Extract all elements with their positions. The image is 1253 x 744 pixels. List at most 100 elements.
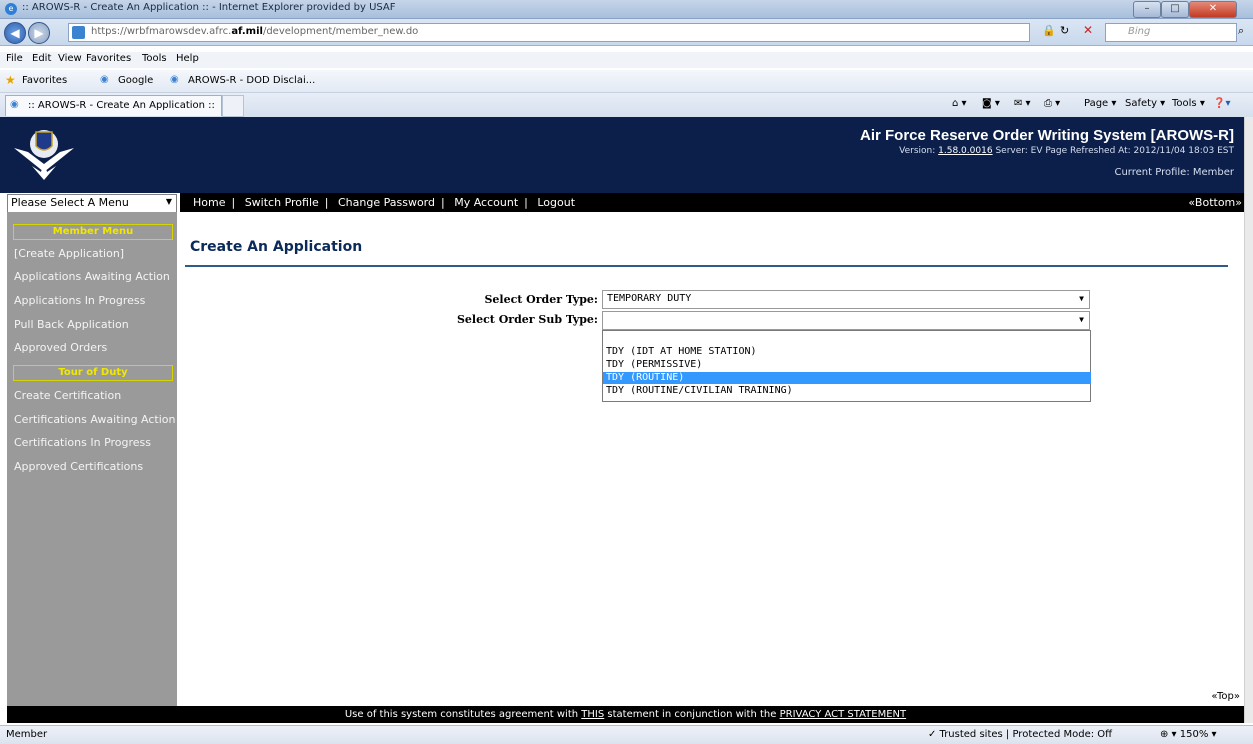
chevron-down-icon: ▼ [1079,315,1084,324]
bottom-link[interactable]: «Bottom» [1188,196,1242,209]
chevron-down-icon: ▼ [1079,294,1084,303]
home-icon[interactable]: ⌂ ▾ [952,98,967,109]
sidebar-item-create-certification[interactable]: Create Certification [14,389,121,402]
nav-home[interactable]: Home [193,196,225,209]
sidebar-item-approved-orders[interactable]: Approved Orders [14,341,107,354]
url-input[interactable]: https://wrbfmarowsdev.afrc.af.mil/develo… [68,23,1030,42]
order-type-select[interactable]: TEMPORARY DUTY ▼ [602,290,1090,309]
feeds-icon[interactable]: ◙ ▾ [982,98,1000,109]
privacy-act-link[interactable]: PRIVACY ACT STATEMENT [780,709,907,720]
tab-title: :: AROWS-R - Create An Application :: [28,100,215,111]
menu-tools[interactable]: Tools [142,53,167,64]
help-icon[interactable]: ❓▾ [1213,98,1230,109]
stop-icon[interactable]: ✕ [1083,23,1093,37]
site-info: Version: 1.58.0.0016 Server: EV Page Ref… [899,146,1234,156]
afrc-logo [14,130,74,180]
window-title: :: AROWS-R - Create An Application :: - … [22,2,396,13]
ie-page-icon: ◉ [170,74,179,85]
close-button[interactable]: ✕ [1189,1,1237,18]
menu-select-value: Please Select A Menu [11,196,129,209]
nav-my-account[interactable]: My Account [454,196,518,209]
favorites-bar: ★ Favorites ◉ Google ◉ AROWS-R - DOD Dis… [0,70,1253,93]
zone-status[interactable]: ✓ Trusted sites | Protected Mode: Off [928,729,1112,740]
title-divider [185,265,1228,267]
site-banner: Air Force Reserve Order Writing System [… [0,117,1244,193]
page-title: Create An Application [190,239,363,255]
nav-change-password[interactable]: Change Password [338,196,435,209]
nav-logout[interactable]: Logout [537,196,575,209]
search-input[interactable]: Bing [1105,23,1237,42]
menu-file[interactable]: File [6,53,23,64]
minimize-button[interactable]: – [1133,1,1161,18]
fav-link-google[interactable]: Google [118,75,153,86]
zoom-control[interactable]: ⊕ ▾ 150% ▾ [1160,729,1217,740]
server-info: Server: EV Page Refreshed At: 2012/11/04… [995,146,1234,156]
lock-icon[interactable]: 🔒 [1042,24,1056,37]
footer: Use of this system constitutes agreement… [7,706,1244,723]
sidebar-item-certifications-awaiting[interactable]: Certifications Awaiting Action [14,413,176,426]
sidebar-item-approved-certifications[interactable]: Approved Certifications [14,460,143,473]
search-placeholder: Bing [1128,26,1151,37]
sidebar-item-create-application[interactable]: [Create Application] [14,247,124,260]
top-link[interactable]: «Top» [1211,691,1240,702]
fav-link-arows[interactable]: AROWS-R - DOD Disclai... [188,75,315,86]
page-scrollbar[interactable] [1244,117,1253,723]
print-icon[interactable]: ⎙ ▾ [1044,98,1060,109]
subtype-option-blank[interactable] [603,333,1091,345]
subtype-option-routine[interactable]: TDY (ROUTINE) [603,372,1091,384]
tools-menu[interactable]: Tools ▾ [1172,98,1205,109]
this-link[interactable]: THIS [581,709,604,720]
menu-help[interactable]: Help [176,53,199,64]
footer-text-mid: statement in conjunction with the [604,709,780,720]
subtype-option-idt[interactable]: TDY (IDT AT HOME STATION) [603,346,1091,358]
back-icon[interactable]: ◀ [4,22,26,44]
sidebar-item-applications-awaiting[interactable]: Applications Awaiting Action [14,270,170,283]
tour-of-duty-heading: Tour of Duty [13,365,173,381]
url-text: https://wrbfmarowsdev.afrc.af.mil/develo… [91,26,419,37]
footer-text: Use of this system constitutes agreement… [344,709,582,720]
page-icon [72,26,85,39]
order-type-value: TEMPORARY DUTY [607,293,692,304]
menu-bar: File Edit View Favorites Tools Help [0,52,1253,68]
order-subtype-dropdown: TDY (IDT AT HOME STATION) TDY (PERMISSIV… [602,330,1091,402]
mail-icon[interactable]: ✉ ▾ [1014,98,1031,109]
status-text: Member [6,729,48,740]
window-titlebar[interactable]: e :: AROWS-R - Create An Application :: … [0,0,1253,19]
member-menu-heading: Member Menu [13,224,173,240]
tab-bar: ◉ :: AROWS-R - Create An Application :: … [0,93,1253,118]
current-profile: Current Profile: Member [1114,167,1234,178]
menu-favorites[interactable]: Favorites [86,53,131,64]
order-subtype-select[interactable]: ▼ [602,311,1090,330]
favorites-button[interactable]: Favorites [22,75,67,86]
sidebar-item-pull-back[interactable]: Pull Back Application [14,318,129,331]
search-icon[interactable]: ⌕ [1238,24,1244,38]
status-bar: Member ✓ Trusted sites | Protected Mode:… [0,725,1253,744]
menu-select[interactable]: Please Select A Menu ▼ [7,194,177,213]
subtype-option-civilian-training[interactable]: TDY (ROUTINE/CIVILIAN TRAINING) [603,385,1091,397]
order-type-label: Select Order Type: [484,293,598,306]
page-menu[interactable]: Page ▾ [1084,98,1116,109]
version-label: Version: [899,146,936,156]
ie-page-icon: ◉ [100,74,109,85]
forward-icon[interactable]: ▶ [28,22,50,44]
top-nav: Home | Switch Profile | Change Password | M… [180,193,1244,212]
zoom-level: 150% [1179,729,1209,740]
menu-view[interactable]: View [58,53,82,64]
version-link[interactable]: 1.58.0.0016 [938,146,992,156]
browser-tab[interactable]: ◉ :: AROWS-R - Create An Application :: [5,95,222,116]
site-title: Air Force Reserve Order Writing System [… [860,127,1234,144]
star-icon: ★ [5,73,16,87]
sidebar: Member Menu [Create Application] Applica… [7,212,177,706]
address-bar-row: ◀ ▶ https://wrbfmarowsdev.afrc.af.mil/de… [0,19,1253,46]
safety-menu[interactable]: Safety ▾ [1125,98,1165,109]
new-tab-button[interactable] [222,95,244,117]
sidebar-item-certifications-in-progress[interactable]: Certifications In Progress [14,436,151,449]
maximize-button[interactable]: □ [1161,1,1189,18]
refresh-icon[interactable]: ↻ [1060,24,1069,37]
menu-edit[interactable]: Edit [32,53,51,64]
ie-page-icon: ◉ [10,99,19,110]
nav-switch-profile[interactable]: Switch Profile [245,196,319,209]
sidebar-item-applications-in-progress[interactable]: Applications In Progress [14,294,145,307]
ie-icon: e [5,3,17,15]
subtype-option-permissive[interactable]: TDY (PERMISSIVE) [603,359,1091,371]
